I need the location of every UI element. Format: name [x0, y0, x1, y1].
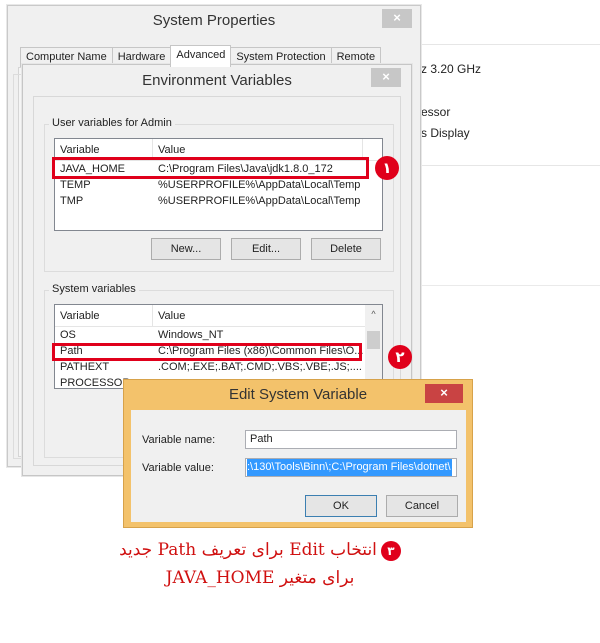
variable-value-cell: %USERPROFILE%\AppData\Local\Temp	[158, 179, 361, 191]
step-3-badge: ٣	[380, 540, 401, 561]
edit-dialog-title: Edit System Variable	[228, 386, 368, 403]
caption-text-1: انتخاب Edit برای تعریف Path جدید	[119, 540, 377, 560]
user-new-button[interactable]: New...	[151, 238, 221, 260]
background-divider	[415, 166, 600, 286]
variable-value-cell: %USERPROFILE%\AppData\Local\Temp	[158, 195, 361, 207]
variable-value-label: Variable value:	[142, 462, 214, 474]
close-icon: ×	[440, 385, 448, 400]
close-icon: ×	[382, 69, 390, 84]
scrollbar-thumb[interactable]	[367, 331, 380, 349]
system-variables-scrollbar[interactable]: ^	[365, 305, 382, 388]
step-2-badge: ٢	[388, 345, 412, 369]
system-variables-header: Variable Value	[55, 305, 367, 327]
variable-name-cell: TMP	[60, 195, 84, 207]
variable-name-cell: OS	[60, 329, 76, 341]
user-variables-group: User variables for Admin Variable Value …	[44, 117, 394, 272]
variable-name-label: Variable name:	[142, 434, 216, 446]
list-item[interactable]: TEMP %USERPROFILE%\AppData\Local\Temp	[55, 177, 382, 193]
list-item[interactable]: OS Windows_NT	[55, 327, 382, 343]
user-variables-list[interactable]: Variable Value JAVA_HOME C:\Program File…	[54, 138, 383, 231]
user-variables-label: User variables for Admin	[49, 117, 175, 129]
background-system-info-panel: z 3.20 GHz essor s Display	[415, 44, 600, 166]
edit-dialog-content: Variable name: Path Variable value: :\13…	[131, 410, 466, 522]
caption-text-2: برای متغیر JAVA_HOME	[165, 568, 355, 588]
ok-button[interactable]: OK	[305, 495, 377, 517]
selected-value-text: :\130\Tools\Binn\;C:\Program Files\dotne…	[247, 459, 452, 476]
user-edit-button[interactable]: Edit...	[231, 238, 301, 260]
system-properties-close-button[interactable]: ×	[382, 9, 412, 28]
cpu-speed-text: z 3.20 GHz	[421, 62, 482, 76]
environment-variables-close-button[interactable]: ×	[371, 68, 401, 87]
variable-value-input[interactable]: :\130\Tools\Binn\;C:\Program Files\dotne…	[245, 458, 457, 477]
edit-dialog-close-button[interactable]: ×	[425, 384, 463, 403]
step-1-badge: ١	[375, 156, 399, 180]
list-item[interactable]: PATHEXT .COM;.EXE;.BAT;.CMD;.VBS;.VBE;.J…	[55, 359, 382, 375]
path-highlight	[52, 343, 362, 361]
system-properties-title: System Properties	[152, 12, 276, 29]
variable-value-cell: .COM;.EXE;.BAT;.CMD;.VBS;.VBE;.JS;....	[158, 361, 362, 373]
system-variables-label: System variables	[49, 283, 139, 295]
variable-name-cell: TEMP	[60, 179, 91, 191]
variable-name-cell: PATHEXT	[60, 361, 110, 373]
user-delete-button[interactable]: Delete	[311, 238, 381, 260]
column-header-variable[interactable]: Variable	[55, 305, 153, 327]
variable-value-cell: Windows_NT	[158, 329, 224, 341]
column-header-value[interactable]: Value	[153, 305, 367, 327]
edit-system-variable-dialog: Edit System Variable × Variable name: Pa…	[123, 379, 473, 528]
environment-variables-title: Environment Variables	[142, 72, 292, 89]
scroll-up-icon[interactable]: ^	[365, 309, 382, 319]
display-text: s Display	[421, 126, 470, 140]
close-icon: ×	[393, 10, 401, 25]
caption-line-1: ٣انتخاب Edit برای تعریف Path جدید	[60, 540, 460, 561]
list-item[interactable]: TMP %USERPROFILE%\AppData\Local\Temp	[55, 193, 382, 209]
processor-type-text: essor	[421, 105, 451, 119]
cancel-button[interactable]: Cancel	[386, 495, 458, 517]
tab-advanced[interactable]: Advanced	[170, 45, 232, 67]
caption-line-2: برای متغیر JAVA_HOME	[60, 568, 460, 588]
java-home-highlight	[52, 157, 369, 179]
variable-name-input[interactable]: Path	[245, 430, 457, 449]
